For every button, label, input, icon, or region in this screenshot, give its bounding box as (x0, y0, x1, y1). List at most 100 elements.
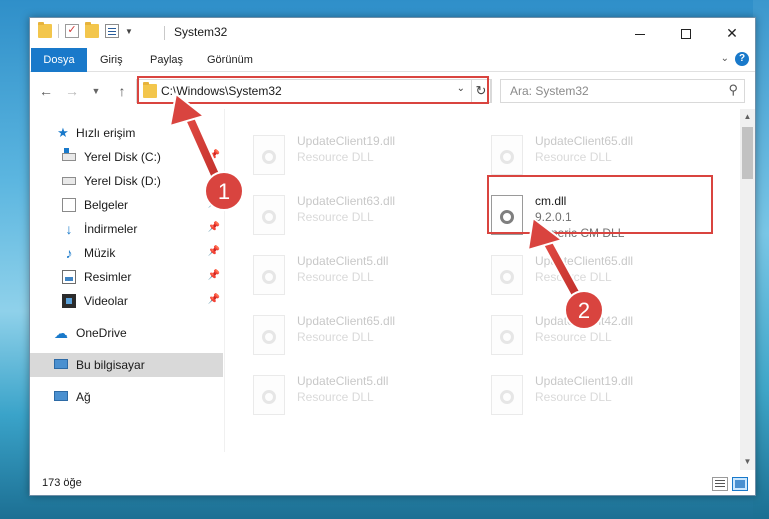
cloud-icon: ☁ (54, 325, 68, 341)
tab-file[interactable]: Dosya (31, 48, 87, 72)
forward-button[interactable]: → (62, 81, 82, 101)
star-icon: ★ (57, 125, 69, 140)
sidebar-item-label: Bu bilgisayar (76, 358, 145, 372)
sidebar-item-music[interactable]: ♪ Müzik 📌 (30, 241, 223, 265)
scroll-up-icon[interactable]: ▲ (740, 109, 755, 125)
sidebar-item-this-pc[interactable]: Bu bilgisayar (30, 353, 223, 377)
pin-icon[interactable]: 📌 (208, 294, 220, 305)
file-tile[interactable]: UpdateClient65.dll Resource DLL (491, 251, 701, 299)
dll-file-icon (253, 195, 285, 235)
file-tile[interactable]: UpdateClient5.dll Resource DLL (253, 251, 463, 299)
file-list: UpdateClient19.dll Resource DLL UpdateCl… (225, 109, 740, 452)
sidebar-item-network[interactable]: Ağ (30, 385, 223, 409)
file-name: UpdateClient65.dll (535, 134, 634, 148)
pin-icon[interactable]: 📌 (208, 222, 220, 233)
details-view-icon[interactable] (712, 477, 728, 491)
sidebar-item-pictures[interactable]: Resimler 📌 (30, 265, 223, 289)
title-bar: ✓ ▼ System32 ✕ (30, 18, 755, 48)
large-icons-view-icon[interactable] (732, 477, 748, 491)
file-description: Resource DLL (297, 390, 374, 404)
file-name: cm.dll (535, 194, 567, 208)
pin-icon[interactable]: 📌 (208, 198, 220, 209)
quick-access-toolbar: ✓ ▼ (38, 22, 133, 38)
sidebar-item-local-disk-c[interactable]: Yerel Disk (C:) 📌 (30, 145, 223, 169)
search-box[interactable]: Ara: System32 ⚲ (500, 79, 745, 103)
dll-file-icon (253, 255, 285, 295)
tab-view[interactable]: Görünüm (197, 48, 263, 72)
file-description: Resource DLL (535, 270, 612, 284)
navigation-pane: ★ Hızlı erişim Yerel Disk (C:) 📌 Yerel D… (30, 109, 224, 452)
file-description: Resource DLL (297, 270, 374, 284)
sidebar-item-label: Hızlı erişim (76, 126, 136, 140)
scroll-thumb[interactable] (742, 127, 753, 179)
sidebar-item-videos[interactable]: Videolar 📌 (30, 289, 223, 313)
tab-home[interactable]: Giriş (90, 48, 133, 72)
up-button[interactable]: ↑ (112, 81, 132, 101)
file-tile-cm-dll[interactable]: cm.dll 9.2.0.1 Generic CM DLL (491, 191, 701, 240)
folder-icon[interactable] (38, 22, 52, 38)
maximize-button[interactable] (663, 18, 709, 48)
file-tile[interactable]: UpdateClient19.dll Resource DLL (491, 371, 701, 419)
sidebar-item-documents[interactable]: Belgeler 📌 (30, 193, 223, 217)
address-bar[interactable]: C:\Windows\System32 ⌄ (136, 79, 492, 103)
back-button[interactable]: ← (36, 81, 56, 101)
maximize-icon (681, 29, 691, 40)
file-name: UpdateClient5.dll (297, 374, 389, 388)
dll-file-icon (253, 135, 285, 175)
dll-file-icon (491, 255, 523, 295)
minimize-button[interactable] (617, 18, 663, 48)
videos-icon (62, 294, 76, 308)
properties-icon[interactable] (105, 24, 119, 38)
folder-icon (143, 82, 157, 98)
file-tile[interactable]: UpdateClient19.dll Resource DLL (253, 131, 463, 179)
file-tile[interactable]: UpdateClient42.dll Resource DLL (491, 311, 701, 359)
properties-check-icon[interactable]: ✓ (65, 24, 79, 38)
file-name: UpdateClient65.dll (535, 254, 634, 268)
search-icon[interactable]: ⚲ (728, 82, 738, 98)
drive-icon (62, 148, 76, 161)
dll-file-icon (491, 135, 523, 175)
file-description: Generic CM DLL (535, 226, 625, 240)
file-name: UpdateClient19.dll (535, 374, 634, 388)
new-folder-icon[interactable] (85, 22, 99, 38)
file-name: UpdateClient19.dll (297, 134, 396, 148)
sidebar-item-label: Videolar (84, 294, 128, 308)
customize-toolbar-dropdown-icon[interactable]: ▼ (125, 27, 133, 36)
file-description: Resource DLL (535, 150, 612, 164)
file-tile[interactable]: UpdateClient63.dll Resource DLL (253, 191, 463, 239)
sidebar-item-onedrive[interactable]: ☁ OneDrive (30, 321, 223, 345)
pin-icon[interactable]: 📌 (208, 150, 220, 161)
help-icon[interactable]: ? (735, 52, 749, 66)
recent-locations-chevron-icon[interactable]: ▼ (86, 81, 106, 101)
sidebar-item-local-disk-d[interactable]: Yerel Disk (D:) 📌 (30, 169, 223, 193)
expand-ribbon-chevron-icon[interactable]: ⌄ (721, 53, 729, 64)
refresh-button[interactable]: ↻ (471, 79, 491, 103)
pin-icon[interactable]: 📌 (208, 246, 220, 257)
item-count: 173 öğe (42, 477, 82, 489)
tab-share[interactable]: Paylaş (140, 48, 193, 72)
sidebar-item-label: Ağ (76, 390, 91, 404)
navigation-bar: ← → ▼ ↑ C:\Windows\System32 ⌄ ↻ Ara: Sys… (30, 73, 755, 109)
sidebar-item-quick-access[interactable]: ★ Hızlı erişim (30, 121, 223, 145)
file-description: Resource DLL (297, 150, 374, 164)
sidebar-item-downloads[interactable]: ↓ İndirmeler 📌 (30, 217, 223, 241)
file-tile[interactable]: UpdateClient65.dll Resource DLL (253, 311, 463, 359)
address-dropdown-icon[interactable]: ⌄ (457, 83, 465, 94)
dll-file-icon (253, 315, 285, 355)
file-description: Resource DLL (535, 330, 612, 344)
pin-icon[interactable]: 📌 (208, 174, 220, 185)
pin-icon[interactable]: 📌 (208, 270, 220, 281)
file-description: Resource DLL (535, 390, 612, 404)
dll-file-icon (491, 375, 523, 415)
file-tile[interactable]: UpdateClient65.dll Resource DLL (491, 131, 701, 179)
close-button[interactable]: ✕ (709, 18, 755, 48)
sidebar-item-label: OneDrive (76, 326, 127, 340)
sidebar-item-label: Yerel Disk (D:) (84, 174, 161, 188)
sidebar-item-label: İndirmeler (84, 222, 138, 236)
vertical-scrollbar[interactable]: ▲ ▼ (740, 109, 755, 470)
file-name: UpdateClient5.dll (297, 254, 389, 268)
file-explorer-window: ✓ ▼ System32 ✕ Dosya Giriş Paylaş Görünü… (29, 17, 756, 496)
downloads-icon: ↓ (65, 221, 73, 237)
scroll-down-icon[interactable]: ▼ (740, 454, 755, 470)
file-tile[interactable]: UpdateClient5.dll Resource DLL (253, 371, 463, 419)
